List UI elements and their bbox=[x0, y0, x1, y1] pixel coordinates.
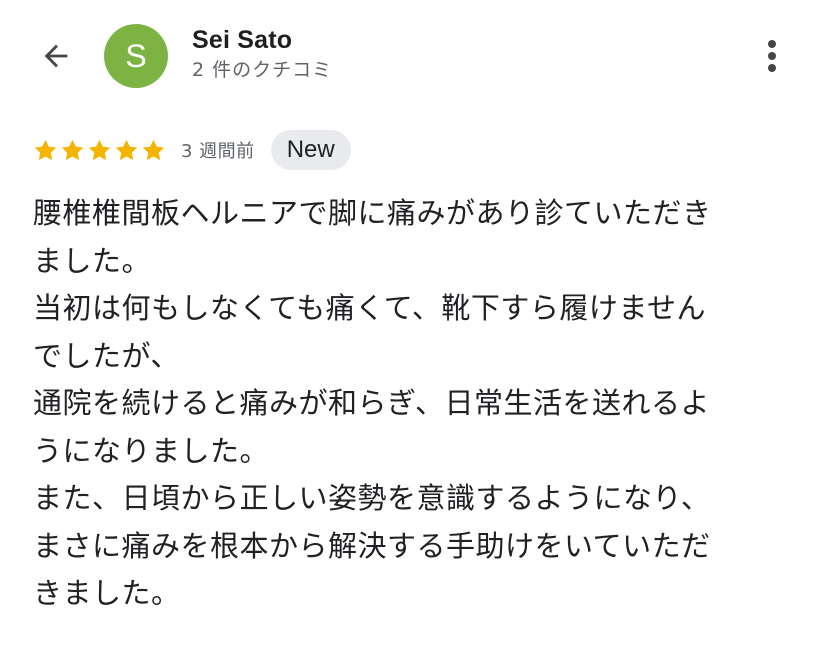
review-text-line: 通院を続けると痛みが和らぎ、日常生活を送れるよ bbox=[33, 386, 711, 420]
star-rating bbox=[32, 137, 167, 164]
avatar[interactable]: S bbox=[104, 24, 168, 88]
new-badge: New bbox=[270, 130, 351, 170]
more-options-button[interactable] bbox=[752, 34, 792, 78]
review-time: 3 週間前 bbox=[181, 141, 255, 162]
review-text-line: 当初は何もしなくても痛くて、靴下すら履けません bbox=[33, 291, 706, 325]
review-text-line: ました。 bbox=[33, 243, 152, 278]
review-text-line: また、日頃から正しい姿勢を意識するようになり、 bbox=[33, 481, 711, 515]
review-detail-screen: S Sei Sato 2 件のクチコミ 3 週間前 New 腰椎椎間板ヘルニアで… bbox=[0, 0, 828, 648]
arrow-back-icon bbox=[44, 44, 68, 68]
review-text-line: きました。 bbox=[33, 576, 181, 610]
reviewer-info: Sei Sato 2 件のクチコミ bbox=[192, 24, 332, 84]
avatar-letter: S bbox=[125, 37, 147, 74]
reviewer-name[interactable]: Sei Sato bbox=[192, 24, 332, 56]
back-button[interactable] bbox=[32, 32, 80, 80]
star-icon bbox=[34, 139, 57, 160]
review-text: 腰椎椎間板ヘルニアで脚に痛みがあり診ていただき ました。当初は何もしなくても痛くて… bbox=[33, 190, 783, 618]
more-vert-icon bbox=[768, 40, 776, 72]
rating-row: 3 週間前 New bbox=[32, 130, 351, 170]
star-icon bbox=[142, 139, 165, 160]
star-icon bbox=[88, 139, 111, 160]
review-text-line: うになりました。 bbox=[33, 433, 270, 468]
review-text-line: でしたが、 bbox=[33, 338, 180, 373]
reviewer-review-count: 2 件のクチコミ bbox=[192, 59, 333, 81]
star-icon bbox=[61, 139, 84, 160]
star-icon bbox=[115, 139, 138, 160]
review-text-line: まさに痛みを根本から解決する手助けをいていただ bbox=[33, 528, 711, 563]
review-text-line: 腰椎椎間板ヘルニアで脚に痛みがあり診ていただき bbox=[33, 196, 712, 230]
